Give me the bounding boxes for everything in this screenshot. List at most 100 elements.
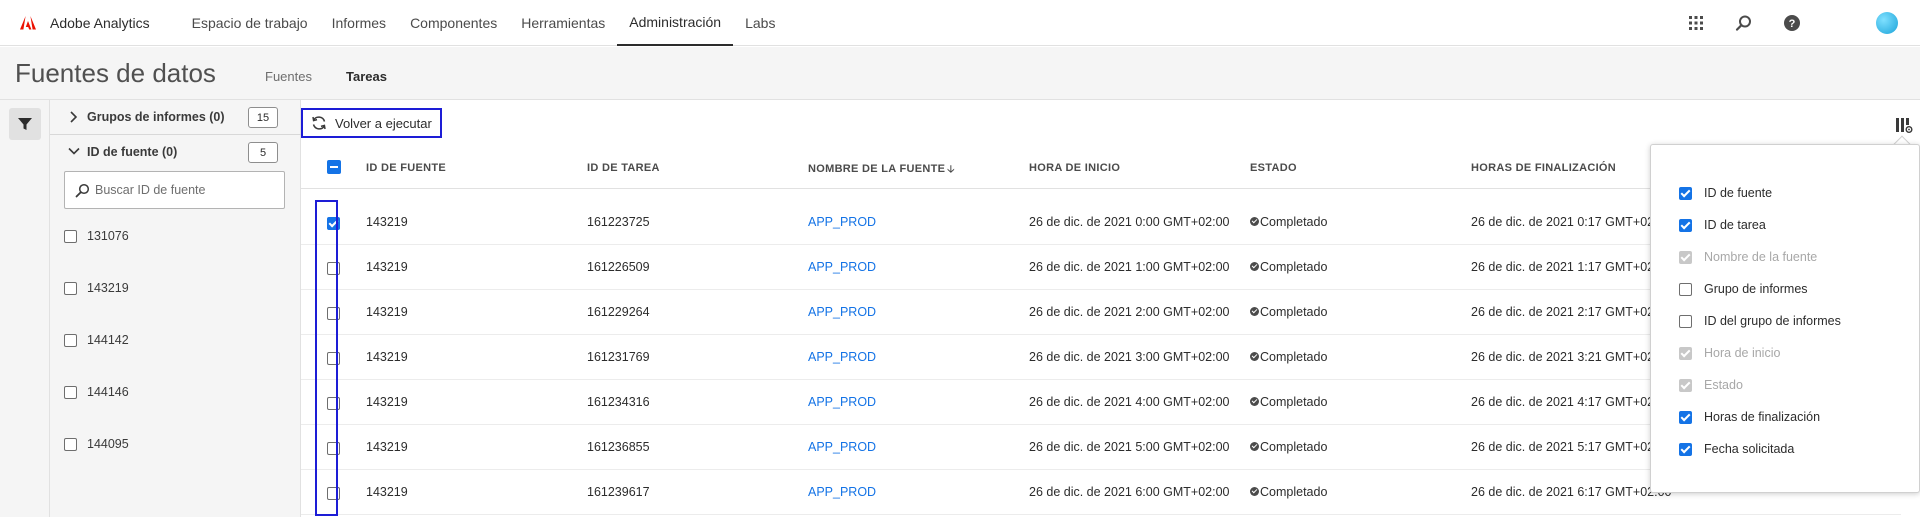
column-header-status[interactable]: ESTADO	[1250, 162, 1297, 174]
column-option-label: ID de fuente	[1704, 186, 1773, 200]
column-option[interactable]: Fecha solicitada	[1679, 439, 1794, 459]
filter-item[interactable]: 143219	[64, 278, 129, 298]
cell-source-name-link[interactable]: APP_PROD	[808, 440, 876, 454]
main-nav: Espacio de trabajo Informes Componentes …	[180, 0, 788, 46]
brand-name: Adobe Analytics	[50, 14, 150, 31]
check-circle-icon	[1250, 352, 1259, 361]
brand[interactable]: Adobe Analytics	[20, 15, 150, 31]
check-circle-icon	[1250, 307, 1259, 316]
row-checkbox[interactable]	[327, 487, 340, 500]
checkbox[interactable]	[1679, 314, 1692, 328]
column-option-label: Estado	[1704, 378, 1743, 392]
cell-source-name-link[interactable]: APP_PROD	[808, 485, 876, 499]
refresh-icon	[312, 116, 326, 130]
filter-item[interactable]: 144146	[64, 382, 129, 402]
column-option-label: ID de tarea	[1704, 218, 1766, 232]
cell-source-name-link[interactable]: APP_PROD	[808, 305, 876, 319]
row-checkbox[interactable]	[327, 307, 340, 320]
column-chooser-icon[interactable]	[1895, 116, 1913, 137]
svg-text:?: ?	[1789, 18, 1796, 30]
cell-source-id: 143219	[366, 395, 408, 409]
nav-informes[interactable]: Informes	[320, 0, 398, 46]
column-header-start-time[interactable]: HORA DE INICIO	[1029, 162, 1120, 174]
left-rail	[0, 100, 50, 517]
cell-task-id: 161229264	[587, 305, 650, 319]
row-checkbox[interactable]	[327, 397, 340, 410]
nav-labs[interactable]: Labs	[733, 0, 787, 46]
filter-count-badge: 15	[248, 107, 278, 128]
column-option: Nombre de la fuente	[1679, 247, 1817, 267]
source-id-search	[64, 171, 285, 209]
avatar[interactable]	[1876, 12, 1898, 34]
cell-status: Completado	[1250, 485, 1327, 499]
column-header-source-id[interactable]: ID DE FUENTE	[366, 162, 446, 174]
cell-source-name-link[interactable]: APP_PROD	[808, 215, 876, 229]
cell-start-time: 26 de dic. de 2021 1:00 GMT+02:00	[1029, 260, 1230, 274]
filter-group-source-id[interactable]: ID de fuente (0) 5	[50, 135, 301, 169]
nav-componentes[interactable]: Componentes	[398, 0, 509, 46]
filter-item-label: 143219	[87, 281, 129, 295]
filter-item[interactable]: 144095	[64, 434, 129, 454]
check-circle-icon	[1250, 397, 1259, 406]
filter-group-label: ID de fuente (0)	[87, 145, 178, 159]
checkbox[interactable]	[64, 229, 77, 243]
filter-toggle-button[interactable]	[9, 108, 41, 140]
checkbox[interactable]	[1679, 442, 1692, 456]
column-option[interactable]: Horas de finalización	[1679, 407, 1820, 427]
checkbox[interactable]	[64, 281, 77, 295]
nav-administracion[interactable]: Administración	[617, 0, 734, 46]
row-checkbox[interactable]	[327, 262, 340, 275]
column-header-task-id[interactable]: ID DE TAREA	[587, 162, 660, 174]
rerun-button[interactable]: Volver a ejecutar	[301, 108, 442, 138]
column-option[interactable]: ID de tarea	[1679, 215, 1766, 235]
checkbox[interactable]	[1679, 186, 1692, 200]
tab-fuentes[interactable]: Fuentes	[265, 69, 312, 84]
search-icon[interactable]	[1734, 13, 1754, 33]
column-option[interactable]: ID de fuente	[1679, 183, 1772, 203]
cell-start-time: 26 de dic. de 2021 6:00 GMT+02:00	[1029, 485, 1230, 499]
row-checkbox[interactable]	[327, 217, 340, 230]
column-option-label: Fecha solicitada	[1704, 442, 1795, 456]
search-input[interactable]	[95, 181, 275, 199]
check-circle-icon	[1250, 262, 1259, 271]
cell-source-name-link[interactable]: APP_PROD	[808, 350, 876, 364]
column-header-end-time[interactable]: HORAS DE FINALIZACIÓN	[1471, 162, 1616, 174]
row-checkbox[interactable]	[327, 442, 340, 455]
checkbox[interactable]	[64, 385, 77, 399]
help-icon[interactable]: ?	[1782, 13, 1802, 33]
column-option-label: Nombre de la fuente	[1704, 250, 1818, 264]
column-option[interactable]: ID del grupo de informes	[1679, 311, 1841, 331]
cell-start-time: 26 de dic. de 2021 2:00 GMT+02:00	[1029, 305, 1230, 319]
cell-end-time: 26 de dic. de 2021 3:21 GMT+02:00	[1471, 350, 1672, 364]
cell-source-name-link[interactable]: APP_PROD	[808, 395, 876, 409]
cell-status: Completado	[1250, 305, 1327, 319]
filter-panel: Grupos de informes (0) 15 ID de fuente (…	[50, 100, 301, 517]
cell-source-name-link[interactable]: APP_PROD	[808, 260, 876, 274]
filter-group-report-suites[interactable]: Grupos de informes (0) 15	[50, 100, 301, 135]
filter-item[interactable]: 144142	[64, 330, 129, 350]
cell-task-id: 161226509	[587, 260, 650, 274]
checkbox[interactable]	[1679, 410, 1692, 424]
select-all-checkbox[interactable]	[327, 160, 341, 174]
cell-end-time: 26 de dic. de 2021 0:17 GMT+02:00	[1471, 215, 1672, 229]
tab-tareas[interactable]: Tareas	[346, 69, 387, 84]
status-text: Completado	[1260, 215, 1328, 229]
search-icon	[75, 183, 90, 198]
column-header-source-name[interactable]: NOMBRE DE LA FUENTE 🡣	[808, 162, 955, 179]
nav-espacio-de-trabajo[interactable]: Espacio de trabajo	[180, 0, 320, 46]
rerun-label: Volver a ejecutar	[335, 115, 432, 131]
checkbox[interactable]	[1679, 282, 1692, 296]
page-header: Fuentes de datos Fuentes Tareas	[0, 47, 1920, 100]
filter-item[interactable]: 131076	[64, 226, 129, 246]
filter-count-badge: 5	[248, 142, 278, 163]
apps-grid-icon[interactable]	[1686, 13, 1706, 33]
checkbox[interactable]	[64, 333, 77, 347]
checkbox[interactable]	[64, 437, 77, 451]
row-checkbox[interactable]	[327, 352, 340, 365]
column-option[interactable]: Grupo de informes	[1679, 279, 1808, 299]
checkbox[interactable]	[1679, 218, 1692, 232]
cell-end-time: 26 de dic. de 2021 5:17 GMT+02:00	[1471, 440, 1672, 454]
column-option-label: ID del grupo de informes	[1704, 314, 1841, 328]
nav-herramientas[interactable]: Herramientas	[509, 0, 617, 46]
cell-source-id: 143219	[366, 440, 408, 454]
